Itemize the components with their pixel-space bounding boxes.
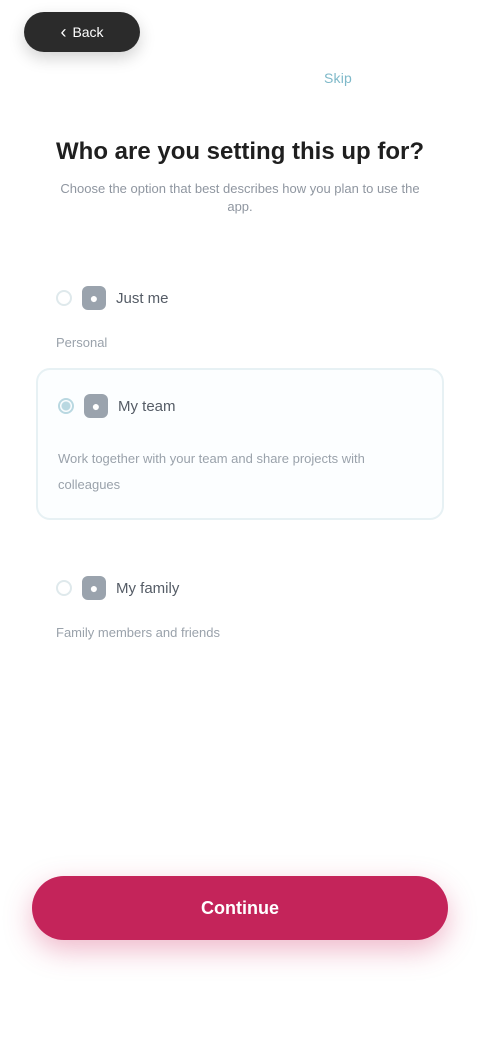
team-icon: ● — [84, 394, 108, 418]
option-header: ● My team — [58, 384, 422, 428]
back-button[interactable]: ‹ Back — [24, 12, 140, 52]
option-my-team[interactable]: ● My team Work together with your team a… — [36, 368, 444, 520]
screen: ‹ Back Skip Who are you setting this up … — [0, 0, 480, 1040]
page-subtitle: Choose the option that best describes ho… — [60, 181, 420, 214]
radio-button-selected[interactable] — [58, 398, 74, 414]
skip-link[interactable]: Skip — [316, 66, 360, 90]
option-my-family[interactable]: ● My family Family members and friends — [36, 552, 444, 644]
option-just-me[interactable]: ● Just me Personal — [36, 262, 444, 354]
option-header: ● My family — [56, 566, 424, 610]
option-description: Personal — [56, 335, 108, 350]
radio-button[interactable] — [56, 290, 72, 306]
page-title: Who are you setting this up for? — [56, 138, 424, 165]
person-icon: ● — [82, 286, 106, 310]
home-icon: ● — [82, 576, 106, 600]
option-description: Work together with your team and share p… — [58, 451, 365, 492]
option-label: My family — [116, 579, 180, 597]
back-button-label: Back — [72, 24, 104, 40]
option-label: My team — [118, 397, 176, 415]
chevron-left-icon: ‹ — [60, 22, 67, 42]
radio-button[interactable] — [56, 580, 72, 596]
option-label: Just me — [116, 289, 169, 307]
continue-button[interactable]: Continue — [32, 876, 448, 940]
option-description: Family members and friends — [56, 625, 220, 640]
option-header: ● Just me — [56, 276, 424, 320]
